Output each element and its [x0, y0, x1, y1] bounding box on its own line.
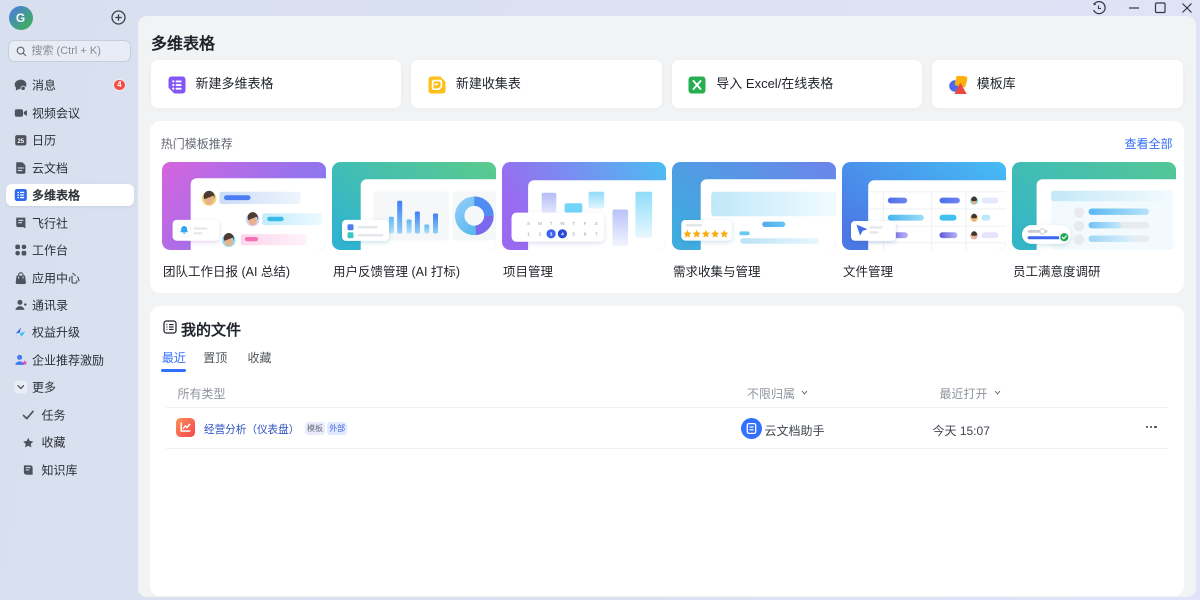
svg-text:1: 1 [527, 232, 530, 238]
svg-text:3: 3 [549, 232, 552, 238]
svg-text:6: 6 [583, 232, 586, 238]
svg-text:4: 4 [561, 232, 564, 238]
svg-text:W: W [560, 221, 565, 226]
svg-text:7: 7 [594, 232, 597, 238]
svg-text:5: 5 [572, 232, 575, 238]
svg-text:T: T [549, 221, 552, 226]
svg-text:M: M [537, 221, 541, 226]
svg-text:T: T [572, 221, 575, 226]
svg-text:F: F [583, 221, 586, 226]
svg-text:25: 25 [17, 139, 24, 145]
svg-text:S: S [526, 221, 529, 226]
svg-text:S: S [594, 221, 597, 226]
svg-text:2: 2 [538, 232, 541, 238]
